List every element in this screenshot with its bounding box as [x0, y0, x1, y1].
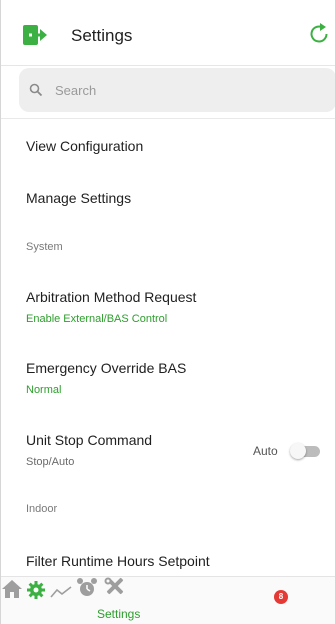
page-title: Settings [71, 26, 133, 45]
setting-emergency-override-label[interactable]: Emergency Override BAS [26, 360, 186, 376]
search-bar [19, 68, 335, 112]
home-icon[interactable] [1, 579, 23, 599]
section-header-indoor: Indoor [26, 503, 58, 515]
trend-icon[interactable] [50, 585, 72, 599]
setting-filter-runtime-label[interactable]: Filter Runtime Hours Setpoint [26, 553, 210, 569]
app-frame: Settings View Configuration Manage Setti… [0, 0, 335, 624]
app-header: Settings [1, 0, 335, 66]
setting-arbitration-label[interactable]: Arbitration Method Request [26, 289, 196, 305]
refresh-icon[interactable] [307, 22, 331, 46]
setting-emergency-override-value: Normal [26, 384, 62, 396]
logout-icon[interactable] [23, 25, 47, 45]
search-input[interactable] [55, 68, 315, 112]
unit-stop-toggle[interactable] [290, 443, 320, 459]
alarm-clock-icon[interactable] [76, 577, 98, 599]
divider [1, 118, 335, 119]
gear-icon[interactable] [27, 581, 46, 599]
nav-settings-label[interactable]: Settings [97, 607, 140, 621]
setting-unit-stop-value: Stop/Auto [26, 456, 75, 468]
manage-settings-item[interactable]: Manage Settings [26, 190, 131, 206]
toggle-label: Auto [253, 444, 278, 458]
section-header-system: System [26, 241, 63, 253]
view-configuration-item[interactable]: View Configuration [26, 138, 143, 154]
setting-unit-stop-label: Unit Stop Command [26, 432, 153, 448]
search-icon [29, 83, 43, 97]
toggle-knob [290, 443, 306, 459]
tools-icon[interactable] [103, 577, 127, 599]
setting-arbitration-value: Enable External/BAS Control [26, 313, 168, 325]
alarm-count-badge: 8 [274, 590, 288, 604]
